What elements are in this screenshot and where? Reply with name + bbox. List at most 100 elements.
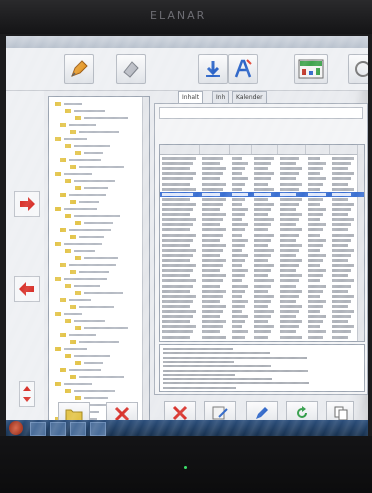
tab-kalender[interactable]: Kalender bbox=[232, 91, 267, 103]
tree-item[interactable] bbox=[79, 341, 119, 343]
column-header[interactable] bbox=[278, 145, 306, 154]
table-cell bbox=[232, 289, 245, 293]
tree-item[interactable] bbox=[69, 229, 111, 231]
tree-item[interactable] bbox=[84, 222, 113, 224]
log-panel bbox=[159, 344, 365, 392]
tree-item[interactable] bbox=[84, 117, 128, 119]
tree-item[interactable] bbox=[74, 285, 100, 287]
folder-tree[interactable] bbox=[48, 96, 150, 430]
table-cell bbox=[280, 172, 299, 176]
tree-item[interactable] bbox=[69, 194, 106, 196]
tree-item[interactable] bbox=[64, 383, 92, 385]
table-cell bbox=[308, 299, 326, 303]
column-header[interactable] bbox=[252, 145, 278, 154]
tree-item[interactable] bbox=[69, 369, 101, 371]
tree-item[interactable] bbox=[74, 215, 120, 217]
tree-folder-icon bbox=[70, 235, 76, 239]
move-right-button[interactable] bbox=[14, 191, 40, 217]
tree-item[interactable] bbox=[64, 313, 82, 315]
tree-folder-icon bbox=[60, 228, 66, 232]
font-button[interactable] bbox=[228, 54, 258, 84]
tree-folder-icon bbox=[65, 109, 71, 113]
table-cell bbox=[308, 320, 323, 324]
tree-item[interactable] bbox=[74, 355, 110, 357]
tree-item[interactable] bbox=[69, 299, 91, 301]
tree-item[interactable] bbox=[69, 124, 96, 126]
tree-item[interactable] bbox=[64, 348, 87, 350]
path-field[interactable] bbox=[159, 107, 363, 119]
tree-item[interactable] bbox=[64, 173, 92, 175]
column-header[interactable] bbox=[306, 145, 330, 154]
table-cell bbox=[232, 248, 242, 252]
table-cell bbox=[332, 192, 351, 196]
table-cell bbox=[254, 310, 274, 313]
tree-item[interactable] bbox=[79, 131, 119, 133]
table-cell bbox=[280, 157, 299, 160]
tree-item[interactable] bbox=[84, 152, 103, 154]
tree-scrollbar[interactable] bbox=[142, 97, 149, 429]
tree-item[interactable] bbox=[74, 110, 105, 112]
settings-button[interactable] bbox=[348, 54, 368, 84]
table-cell bbox=[232, 274, 245, 278]
table-cell bbox=[202, 243, 226, 247]
table-cell bbox=[232, 330, 248, 334]
table-cell bbox=[280, 284, 296, 288]
tree-item[interactable] bbox=[84, 257, 118, 259]
tree-item[interactable] bbox=[64, 208, 97, 210]
taskbar-item[interactable] bbox=[30, 422, 46, 436]
table-cell bbox=[308, 162, 326, 166]
sort-button[interactable] bbox=[19, 381, 35, 407]
table-cell bbox=[280, 325, 299, 329]
column-header[interactable] bbox=[160, 145, 200, 154]
tree-item[interactable] bbox=[69, 159, 101, 161]
pencil-button[interactable] bbox=[64, 54, 94, 84]
table-cell bbox=[202, 299, 220, 303]
download-button[interactable] bbox=[198, 54, 228, 84]
tree-item[interactable] bbox=[79, 236, 104, 238]
tree-item[interactable] bbox=[64, 103, 82, 105]
taskbar-item[interactable] bbox=[70, 422, 86, 436]
table-cell bbox=[202, 182, 226, 186]
tree-item[interactable] bbox=[84, 187, 108, 189]
table-cell bbox=[254, 233, 274, 237]
table-cell bbox=[232, 304, 245, 308]
tree-item[interactable] bbox=[64, 243, 102, 245]
tab-inhalt[interactable]: Inhalt bbox=[178, 91, 204, 103]
table-cell bbox=[162, 294, 196, 298]
start-button[interactable] bbox=[9, 421, 23, 435]
move-left-button[interactable] bbox=[14, 276, 40, 302]
tree-item[interactable] bbox=[84, 327, 128, 329]
file-table[interactable] bbox=[159, 144, 365, 342]
tree-item[interactable] bbox=[69, 334, 96, 336]
table-cell bbox=[308, 310, 320, 313]
chart-button[interactable] bbox=[294, 54, 328, 84]
table-row[interactable] bbox=[160, 335, 364, 340]
tree-item[interactable] bbox=[84, 292, 123, 294]
tree-item[interactable] bbox=[79, 166, 124, 168]
table-cell bbox=[332, 289, 348, 293]
table-cell bbox=[202, 310, 223, 313]
eraser-button[interactable] bbox=[116, 54, 146, 84]
tree-item[interactable] bbox=[74, 180, 115, 182]
tree-item[interactable] bbox=[79, 376, 124, 378]
tree-item[interactable] bbox=[74, 145, 110, 147]
tree-item[interactable] bbox=[74, 390, 115, 392]
tree-item[interactable] bbox=[79, 271, 109, 273]
tree-item[interactable] bbox=[79, 201, 99, 203]
tree-item[interactable] bbox=[64, 138, 87, 140]
tree-item[interactable] bbox=[84, 397, 108, 399]
column-header[interactable] bbox=[200, 145, 230, 154]
tree-item[interactable] bbox=[74, 320, 105, 322]
taskbar-item[interactable] bbox=[90, 422, 106, 436]
taskbar-item[interactable] bbox=[50, 422, 66, 436]
tree-item[interactable] bbox=[69, 264, 116, 266]
column-header[interactable] bbox=[330, 145, 358, 154]
tree-folder-icon bbox=[55, 207, 61, 211]
tree-item[interactable] bbox=[79, 306, 114, 308]
table-cell bbox=[162, 187, 196, 191]
tree-item[interactable] bbox=[84, 362, 103, 364]
tree-item[interactable] bbox=[74, 250, 95, 252]
column-header[interactable] bbox=[230, 145, 252, 154]
tab-inh[interactable]: Inh bbox=[212, 91, 230, 103]
tree-item[interactable] bbox=[64, 278, 107, 280]
